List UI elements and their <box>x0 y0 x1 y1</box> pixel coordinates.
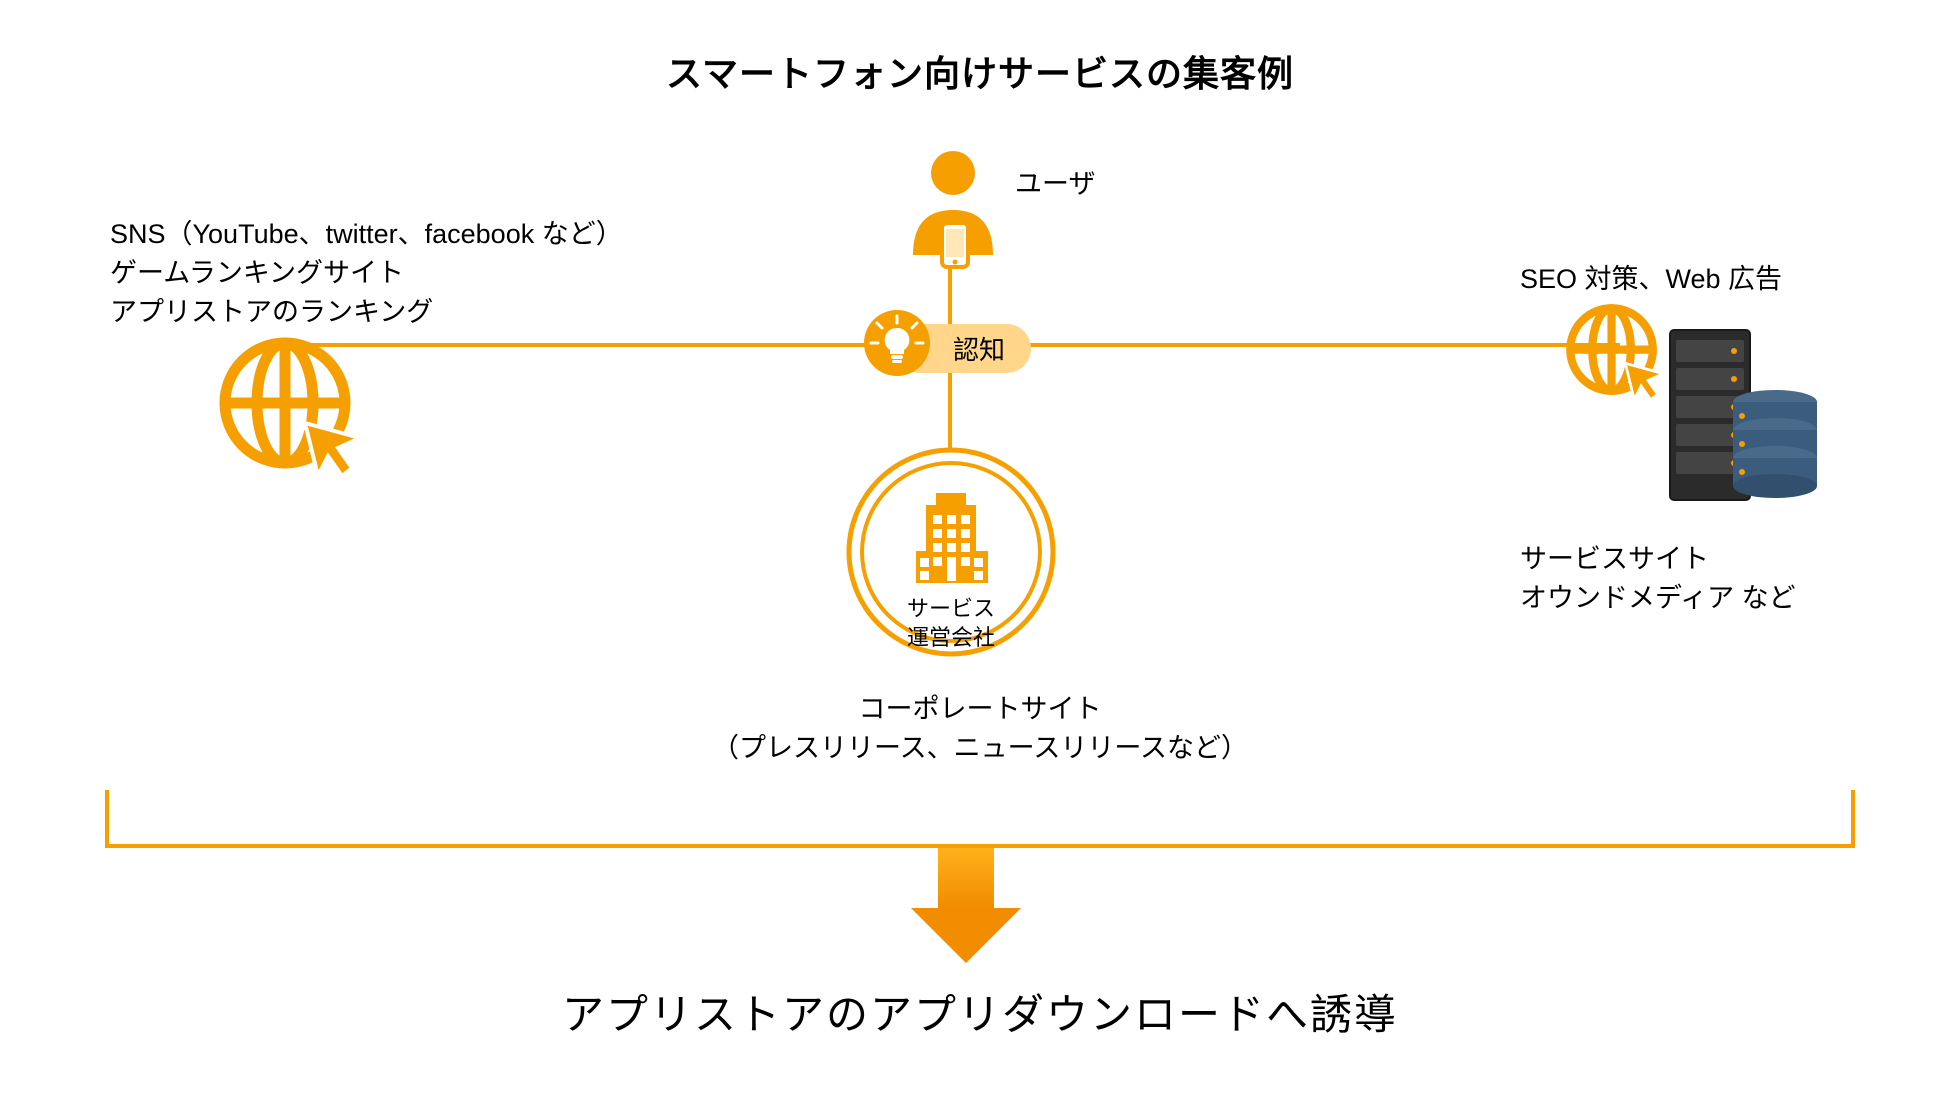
globe-click-icon-left <box>210 328 370 493</box>
right-caption-line1: サービスサイト <box>1520 540 1796 579</box>
globe-click-icon-right <box>1560 298 1670 413</box>
user-icon <box>898 145 1008 280</box>
lightbulb-icon <box>862 308 932 383</box>
corporate-caption-line2: （プレスリリース、ニュースリリースなど） <box>0 729 1960 768</box>
connector-left <box>300 343 890 347</box>
bottom-caption: アプリストアのアプリダウンロードへ誘導 <box>0 981 1960 1042</box>
corporate-caption-line1: コーポレートサイト <box>0 690 1960 729</box>
left-text-line3: アプリストアのランキング <box>110 293 623 332</box>
user-label: ユーザ <box>1015 165 1095 204</box>
company-label-line1: サービス <box>844 595 1058 624</box>
company-label-line2: 運営会社 <box>844 624 1058 653</box>
right-caption-line2: オウンドメディア など <box>1520 579 1796 618</box>
server-database-icon <box>1660 320 1830 525</box>
corporate-caption: コーポレートサイト （プレスリリース、ニュースリリースなど） <box>0 690 1960 768</box>
left-text-line1: SNS（YouTube、twitter、facebook など） <box>110 215 623 254</box>
right-caption: サービスサイト オウンドメディア など <box>1520 540 1796 618</box>
bracket-connector <box>105 790 1855 848</box>
company-label: サービス 運営会社 <box>844 595 1058 652</box>
down-arrow-icon <box>926 848 1006 958</box>
left-text: SNS（YouTube、twitter、facebook など） ゲームランキン… <box>110 215 623 332</box>
diagram-title: スマートフォン向けサービスの集客例 <box>0 45 1960 97</box>
awareness-label: 認知 <box>953 335 1005 365</box>
left-text-line2: ゲームランキングサイト <box>110 254 623 293</box>
diagram-canvas: スマートフォン向けサービスの集客例 認知 <box>0 0 1960 1112</box>
right-text-top: SEO 対策、Web 広告 <box>1520 260 1782 299</box>
connector-right <box>1008 343 1620 347</box>
